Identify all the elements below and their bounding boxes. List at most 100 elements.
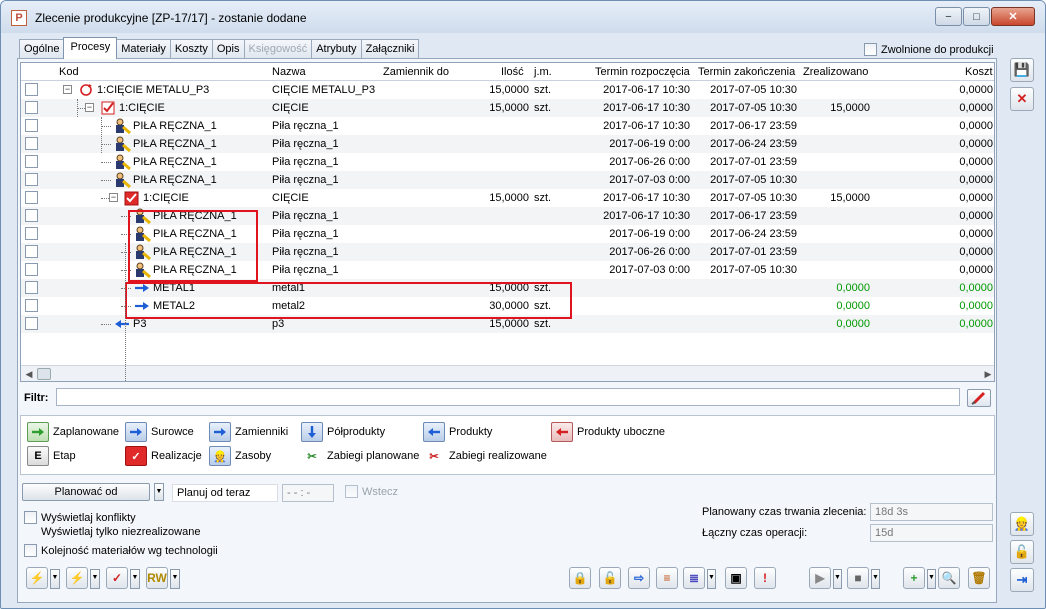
maximize-button[interactable]: □ xyxy=(963,7,990,26)
row-checkbox[interactable] xyxy=(25,83,38,96)
col-ilosc[interactable]: Ilość xyxy=(501,66,524,78)
tree-collapse-icon[interactable]: − xyxy=(63,85,72,94)
wstecz-option[interactable]: Wstecz xyxy=(345,485,398,498)
gantt-list-button[interactable]: ≣ xyxy=(683,567,705,589)
row-checkbox[interactable] xyxy=(25,209,38,222)
tab-materiay[interactable]: Materiały xyxy=(116,39,171,59)
scroll-left-icon[interactable]: ◀ xyxy=(22,367,36,381)
process-tree-grid: Kod Nazwa Zamiennik do Ilość j.m. Termin… xyxy=(20,62,995,382)
row-checkbox[interactable] xyxy=(25,227,38,240)
col-start[interactable]: Termin rozpoczęcia xyxy=(595,66,690,78)
toolbar-dropdown[interactable]: ▼ xyxy=(50,569,60,589)
option-unrealized[interactable]: Wyświetlaj tylko niezrealizowane xyxy=(24,526,200,538)
ilosc-cell: 15,0000 xyxy=(489,318,529,330)
scroll-right-icon[interactable]: ▶ xyxy=(981,367,994,381)
horizontal-scrollbar[interactable]: ◀ ▶ xyxy=(21,365,994,381)
filter-input[interactable] xyxy=(56,388,960,406)
save-button[interactable]: 💾 xyxy=(1010,58,1034,82)
close-button[interactable]: ✕ xyxy=(991,7,1035,26)
cancel-button[interactable]: ✕ xyxy=(1010,87,1034,111)
table-row[interactable]: PIŁA RĘCZNA_1 Piła ręczna_1 2017-07-03 0:0… xyxy=(21,171,994,189)
unlock-button[interactable]: 🔓 xyxy=(599,567,621,589)
col-end[interactable]: Termin zakończenia xyxy=(698,66,795,78)
legend-item: Produkty uboczne xyxy=(551,422,665,442)
option-conflicts[interactable]: Wyświetlaj konflikty xyxy=(24,511,136,524)
clear-filter-button[interactable] xyxy=(967,389,991,407)
koszt-cell: 0,0000 xyxy=(959,102,993,114)
scroll-thumb[interactable] xyxy=(37,368,51,380)
table-row[interactable]: PIŁA RĘCZNA_1 Piła ręczna_1 2017-06-19 0:0… xyxy=(21,135,994,153)
table-row[interactable]: − 1:CIĘCIE CIĘCIE 15,0000 szt. 2017-06-17 10:… xyxy=(21,99,994,117)
released-checkbox[interactable] xyxy=(864,43,877,56)
row-checkbox[interactable] xyxy=(25,317,38,330)
table-row[interactable]: − 1:CIĘCIE CIĘCIE 15,0000 szt. 2017-06-17 10:… xyxy=(21,189,994,207)
row-checkbox[interactable] xyxy=(25,173,38,186)
row-checkbox[interactable] xyxy=(25,245,38,258)
export-button[interactable]: ⇨ xyxy=(628,567,650,589)
stop-button[interactable]: ■ xyxy=(847,567,869,589)
unlock-side-button[interactable]: 🔓 xyxy=(1010,540,1034,564)
tab-atrybuty[interactable]: Atrybuty xyxy=(311,39,362,59)
lightning-green-button[interactable]: ⚡ xyxy=(66,567,88,589)
wstecz-checkbox[interactable] xyxy=(345,485,358,498)
pin-button[interactable]: ⇥ xyxy=(1010,568,1034,592)
plan-from-button[interactable]: Planować od xyxy=(22,483,150,501)
row-checkbox[interactable] xyxy=(25,155,38,168)
delete-button[interactable]: 🗑 xyxy=(968,567,990,589)
tab-oglne[interactable]: Ogólne xyxy=(19,39,65,59)
row-checkbox[interactable] xyxy=(25,191,38,204)
material-order-checkbox[interactable] xyxy=(24,544,37,557)
toolbar-dropdown[interactable]: ▼ xyxy=(170,569,180,589)
toolbar-dropdown[interactable]: ▼ xyxy=(90,569,100,589)
option-material-order[interactable]: Kolejność materiałów wg technologii xyxy=(24,544,218,557)
lock-icon: 🔒 xyxy=(572,571,588,585)
tab-procesy[interactable]: Procesy xyxy=(63,37,118,59)
toolbar-dropdown[interactable]: ▼ xyxy=(707,569,716,589)
tab-koszty[interactable]: Koszty xyxy=(169,39,213,59)
plan-mode-field[interactable]: Planuj od teraz xyxy=(172,484,278,502)
table-row[interactable]: PIŁA RĘCZNA_1 Piła ręczna_1 2017-06-17 10:… xyxy=(21,117,994,135)
tab-ksigowo[interactable]: Księgowość xyxy=(243,39,313,59)
gantt-button[interactable]: ≡ xyxy=(656,567,678,589)
minimize-button[interactable]: − xyxy=(935,7,962,26)
row-checkbox[interactable] xyxy=(25,119,38,132)
add-button[interactable]: + xyxy=(903,567,925,589)
tab-zaczniki[interactable]: Załączniki xyxy=(360,39,420,59)
realization-checked-button[interactable]: ✓ xyxy=(106,567,128,589)
col-jm[interactable]: j.m. xyxy=(534,66,552,78)
toolbar-dropdown[interactable]: ▼ xyxy=(927,569,936,589)
export-icon: ⇨ xyxy=(633,571,645,585)
table-row[interactable]: PIŁA RĘCZNA_1 Piła ręczna_1 2017-06-26 0:0… xyxy=(21,153,994,171)
col-nazwa[interactable]: Nazwa xyxy=(272,66,306,78)
resources-button[interactable]: 👷 xyxy=(1010,512,1034,536)
released-toggle[interactable]: Zwolnione do produkcji xyxy=(864,43,994,56)
tab-opis[interactable]: Opis xyxy=(211,39,245,59)
row-checkbox[interactable] xyxy=(25,281,38,294)
toolbar-dropdown[interactable]: ▼ xyxy=(130,569,140,589)
stop-icon: ■ xyxy=(854,571,862,585)
row-checkbox[interactable] xyxy=(25,263,38,276)
table-row[interactable]: − 1:CIĘCIE METALU_P3 CIĘCIE METALU_P3 15,00… xyxy=(21,81,994,99)
row-checkbox[interactable] xyxy=(25,137,38,150)
row-checkbox[interactable] xyxy=(25,299,38,312)
tree-collapse-icon[interactable]: − xyxy=(109,193,118,202)
col-kod[interactable]: Kod xyxy=(59,66,79,78)
lightning-orange-button[interactable]: ⚡ xyxy=(26,567,48,589)
tree-collapse-icon[interactable]: − xyxy=(85,103,94,112)
total-operation-time-value: 15d xyxy=(870,524,993,542)
toolbar-dropdown[interactable]: ▼ xyxy=(871,569,880,589)
rw-document-button[interactable]: RW xyxy=(146,567,168,589)
alert-document-button[interactable]: ! xyxy=(754,567,776,589)
col-done[interactable]: Zrealizowano xyxy=(803,66,868,78)
toolbar-dropdown[interactable]: ▼ xyxy=(833,569,842,589)
plan-from-dropdown[interactable]: ▼ xyxy=(154,483,164,501)
plan-time-input[interactable]: - - : - xyxy=(282,484,334,502)
conflicts-checkbox[interactable] xyxy=(24,511,37,524)
copy-button[interactable]: ▣ xyxy=(725,567,747,589)
play-button[interactable]: ▶ xyxy=(809,567,831,589)
row-checkbox[interactable] xyxy=(25,101,38,114)
lock-button[interactable]: 🔒 xyxy=(569,567,591,589)
col-koszt[interactable]: Koszt xyxy=(965,66,993,78)
col-zamiennik[interactable]: Zamiennik do xyxy=(383,66,449,78)
search-button[interactable]: 🔍 xyxy=(938,567,960,589)
